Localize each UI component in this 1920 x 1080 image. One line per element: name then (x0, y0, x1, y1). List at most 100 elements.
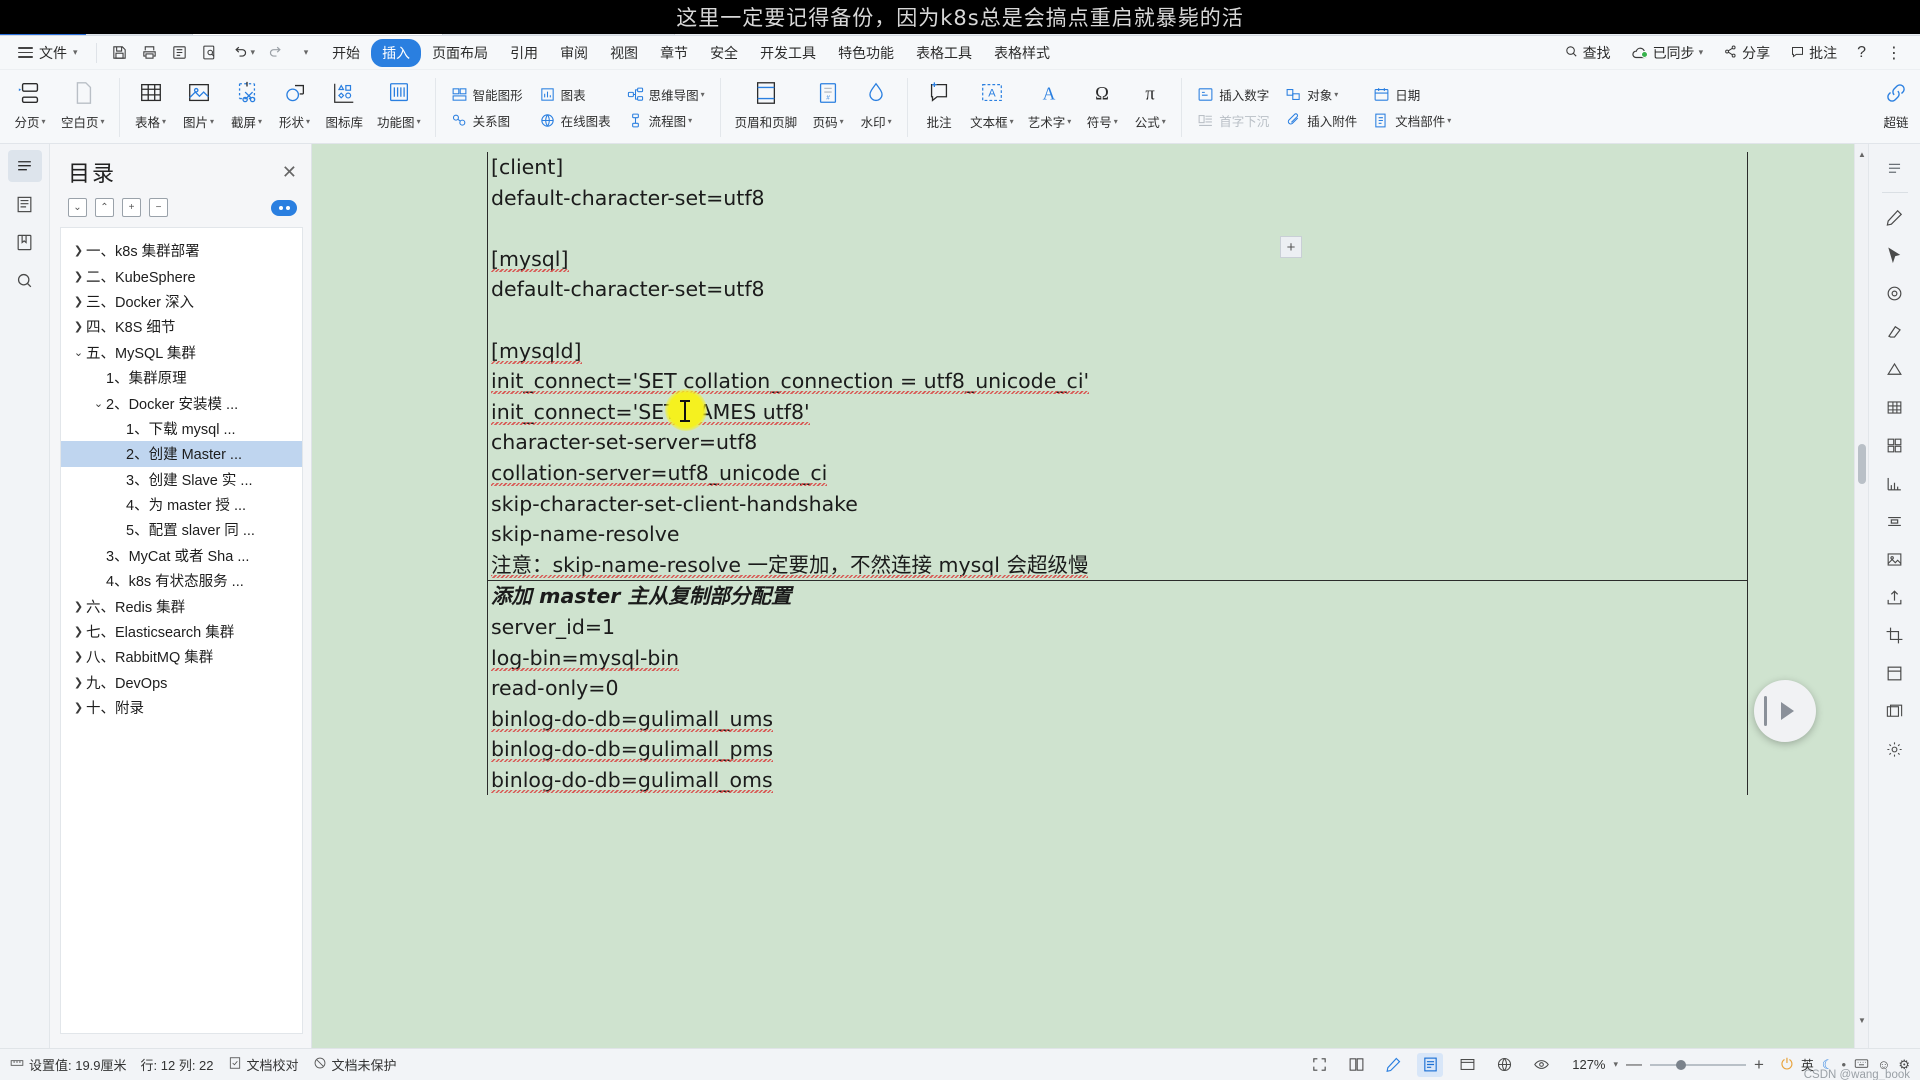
menu-item-page-layout[interactable]: 页面布局 (421, 39, 499, 67)
settings-gear-icon[interactable] (1877, 732, 1913, 767)
scrollbar-thumb[interactable] (1858, 444, 1866, 484)
picture-button[interactable]: 图片 ▾ (175, 72, 223, 143)
toc-item[interactable]: 1、集群原理 (61, 365, 302, 390)
menu-item-review[interactable]: 审阅 (549, 39, 599, 67)
mindmap-button[interactable]: 思维导图 ▾ (619, 82, 713, 108)
close-icon[interactable]: ✕ (282, 162, 297, 183)
web-view-icon[interactable] (1491, 1053, 1517, 1077)
chevron-down-icon[interactable]: ⌄ (71, 346, 86, 359)
menu-item-insert[interactable]: 插入 (371, 38, 422, 67)
icon-library-button[interactable]: 图标库 (319, 72, 371, 143)
chevron-right-icon[interactable]: ❯ (71, 600, 86, 613)
file-menu-button[interactable]: 文件 ▾ (8, 40, 88, 66)
chart-button[interactable]: 图表 (531, 82, 619, 108)
document-canvas[interactable]: [client] default-character-set=utf8 [mys… (312, 144, 1868, 1048)
layout-grid-icon[interactable] (1877, 428, 1913, 463)
status-protection[interactable]: 文档未保护 (313, 1055, 397, 1074)
share-button[interactable]: 分享 (1714, 39, 1779, 67)
page-thumbnail-icon[interactable] (8, 188, 42, 220)
more-tools-icon[interactable] (1877, 150, 1913, 185)
chart-bar-icon[interactable] (1877, 466, 1913, 501)
collapse-up-icon[interactable]: ⌃ (95, 198, 114, 217)
menu-item-table-tools[interactable]: 表格工具 (905, 39, 983, 67)
menu-item-view[interactable]: 视图 (599, 39, 649, 67)
table-grid-icon[interactable] (1877, 390, 1913, 425)
toc-item[interactable]: ❯ 八、RabbitMQ 集群 (61, 644, 302, 669)
find-button[interactable]: 查找 (1555, 39, 1620, 67)
page-view-icon[interactable] (1417, 1052, 1444, 1077)
toc-item[interactable]: 3、创建 Slave 实 ... (61, 467, 302, 492)
zoom-slider-track[interactable] (1650, 1059, 1747, 1070)
floating-video-bubble[interactable] (1754, 680, 1816, 742)
date-button[interactable]: 日期 (1365, 82, 1459, 108)
image-frame-icon[interactable] (1877, 542, 1913, 577)
crop-icon[interactable] (1877, 618, 1913, 653)
table-add-row-button[interactable]: + (1280, 236, 1302, 258)
toc-item-selected[interactable]: 2、创建 Master ... (61, 441, 302, 467)
menu-item-table-styles[interactable]: 表格样式 (983, 39, 1061, 67)
menu-item-developer-tools[interactable]: 开发工具 (749, 39, 827, 67)
fullscreen-icon[interactable] (1306, 1053, 1332, 1077)
frame-icon[interactable] (1877, 656, 1913, 691)
sync-status-button[interactable]: 已同步 ▾ (1622, 39, 1713, 67)
toc-item[interactable]: ❯ 九、DevOps (61, 670, 302, 695)
zoom-in-button[interactable]: + (1754, 1055, 1764, 1075)
outline-icon[interactable] (7, 150, 42, 182)
screenshot-button[interactable]: 截屏 ▾ (223, 72, 271, 143)
status-cursor-position[interactable]: 行: 12 列: 22 (141, 1055, 214, 1074)
print-icon[interactable] (135, 40, 165, 66)
wordart-button[interactable]: A 艺术字 ▾ (1021, 72, 1079, 143)
menu-item-special-features[interactable]: 特色功能 (827, 39, 905, 67)
toc-item[interactable]: 1、下载 mysql ... (61, 416, 302, 441)
toc-item[interactable]: ❯ 三、Docker 深入 (61, 289, 302, 314)
help-button[interactable]: ? (1848, 40, 1875, 66)
status-measure[interactable]: 设置值: 19.9厘米 (10, 1055, 127, 1074)
relation-chart-button[interactable]: 关系图 (443, 108, 531, 134)
target-icon[interactable] (1877, 276, 1913, 311)
attachment-button[interactable]: 插入附件 (1277, 108, 1365, 134)
eraser-icon[interactable] (1877, 314, 1913, 349)
menu-item-start[interactable]: 开始 (321, 39, 371, 67)
header-footer-button[interactable]: 页眉和页脚 (728, 72, 805, 143)
toc-item[interactable]: ❯ 二、KubeSphere (61, 263, 302, 288)
chevron-right-icon[interactable]: ❯ (71, 295, 86, 308)
drop-cap-button[interactable]: 首字下沉 (1189, 108, 1277, 134)
bookmark-icon[interactable] (8, 226, 42, 258)
toc-item[interactable]: 3、MyCat 或者 Sha ... (61, 543, 302, 568)
status-proofread[interactable]: 文档校对 (228, 1055, 299, 1074)
zoom-out-button[interactable]: — (1626, 1056, 1642, 1074)
scroll-down-icon[interactable]: ▼ (1855, 1012, 1868, 1028)
picture-lib-icon[interactable] (1877, 694, 1913, 729)
print-preview-icon[interactable] (165, 40, 195, 66)
zoom-control[interactable]: 127% ▾ — + (1565, 1055, 1764, 1075)
menu-item-references[interactable]: 引用 (499, 39, 549, 67)
export-icon[interactable] (1877, 580, 1913, 615)
expand-down-icon[interactable]: ⌄ (68, 198, 87, 217)
toc-item[interactable]: ⌄ 五、MySQL 集群 (61, 340, 302, 365)
toc-item[interactable]: 4、为 master 授 ... (61, 492, 302, 517)
toc-item[interactable]: ❯ 六、Redis 集群 (61, 593, 302, 618)
chevron-right-icon[interactable]: ❯ (71, 244, 86, 257)
customize-icon[interactable]: ▾ (291, 40, 321, 66)
edit-pen-icon[interactable] (1877, 200, 1913, 235)
document-text[interactable]: [client] default-character-set=utf8 [mys… (487, 152, 1748, 1048)
chevron-right-icon[interactable]: ❯ (71, 701, 86, 714)
web-layout-icon[interactable] (1454, 1053, 1480, 1077)
insert-number-button[interactable]: 插入数字 (1189, 82, 1277, 108)
smartart-button[interactable]: 智能图形 (443, 82, 531, 108)
menu-item-security[interactable]: 安全 (699, 39, 749, 67)
chevron-right-icon[interactable]: ❯ (71, 625, 86, 638)
toc-item[interactable]: ❯ 一、k8s 集群部署 (61, 238, 302, 263)
chevron-right-icon[interactable]: ❯ (71, 320, 86, 333)
comment-button[interactable]: 批注 (1781, 39, 1846, 67)
eye-protect-icon[interactable] (1528, 1053, 1554, 1077)
doc-parts-button[interactable]: 文档部件 ▾ (1365, 108, 1459, 134)
watermark-button[interactable]: 水印 ▾ (852, 72, 900, 143)
blank-page-button[interactable]: 空白页 ▾ (54, 72, 112, 143)
toc-item[interactable]: ⌄ 2、Docker 安装模 ... (61, 390, 302, 415)
toc-item[interactable]: ❯ 七、Elasticsearch 集群 (61, 619, 302, 644)
object-button[interactable]: 对象 ▾ (1277, 82, 1365, 108)
symbol-button[interactable]: Ω 符号 ▾ (1078, 72, 1126, 143)
cursor-select-icon[interactable] (1877, 238, 1913, 273)
chevron-right-icon[interactable]: ❯ (71, 676, 86, 689)
